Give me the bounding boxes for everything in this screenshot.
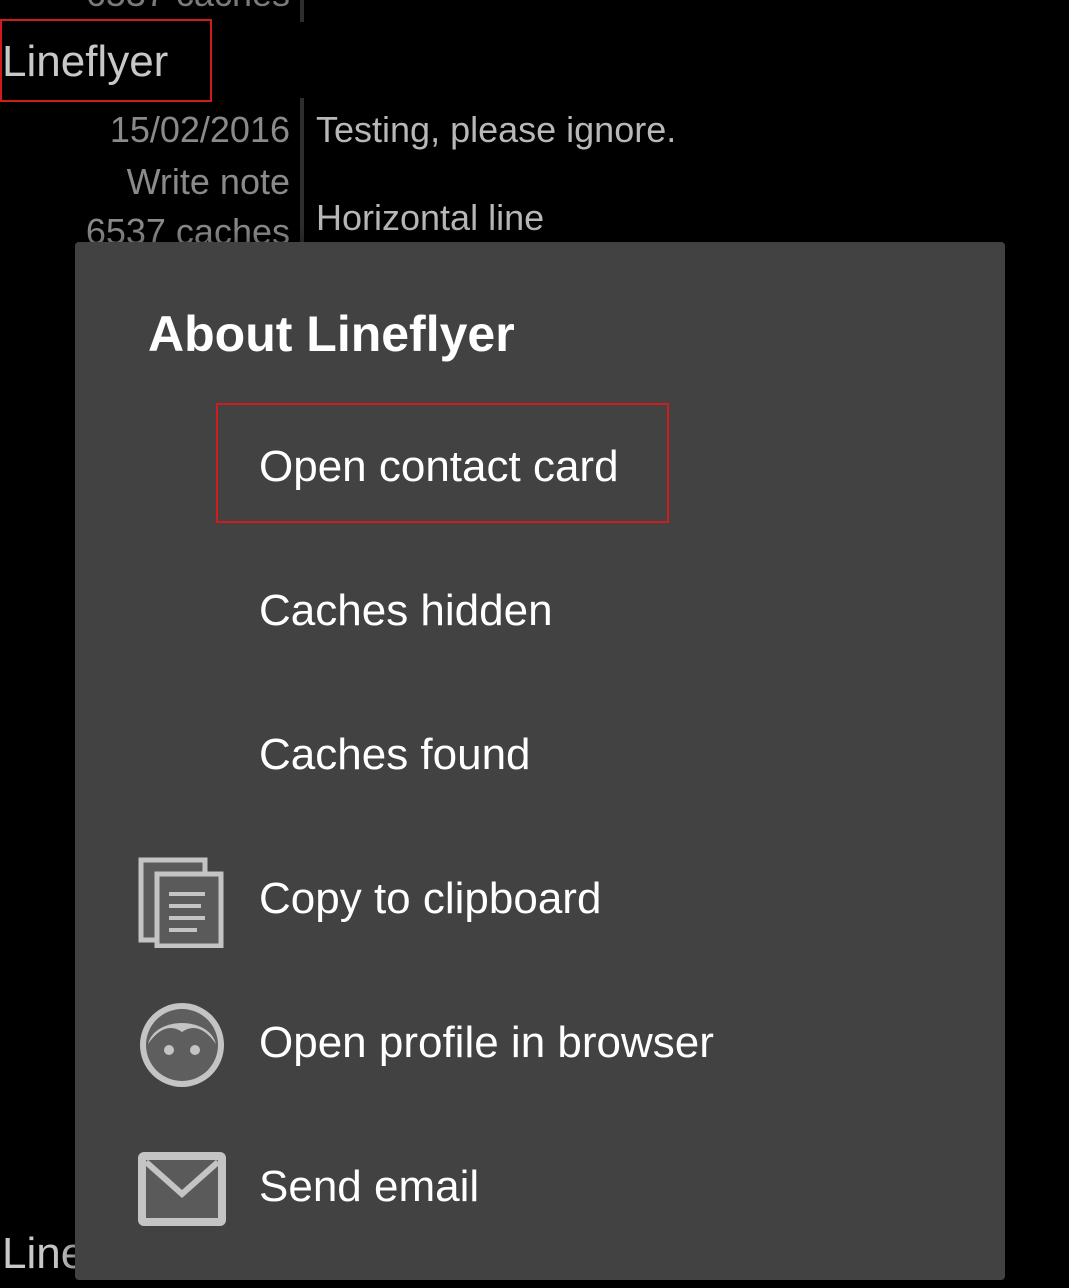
log-author-name[interactable]: Lineflyer	[2, 36, 168, 88]
log-text: Testing, please ignore.	[316, 109, 677, 150]
log-divider	[300, 98, 304, 248]
dialog-title: About Lineflyer	[148, 306, 515, 362]
menu-item-send-email[interactable]: Send email	[75, 1115, 1005, 1259]
menu-item-label: Copy to clipboard	[259, 874, 602, 923]
menu-item-open-contact-card[interactable]: Open contact card	[75, 395, 1005, 539]
menu-item-open-profile-in-browser[interactable]: Open profile in browser	[75, 971, 1005, 1115]
about-user-dialog: About Lineflyer Open contact card Caches…	[75, 242, 1005, 1280]
screen: 6537 caches Lineflyer 15/02/2016 Write n…	[0, 0, 1069, 1288]
menu-item-label: Caches hidden	[259, 586, 553, 635]
profile-face-icon	[135, 998, 229, 1092]
menu-item-copy-to-clipboard[interactable]: Copy to clipboard	[75, 827, 1005, 971]
menu-item-label: Open profile in browser	[259, 1018, 714, 1067]
menu-item-label: Open contact card	[259, 442, 619, 491]
copy-icon	[135, 854, 229, 949]
menu-item-caches-found[interactable]: Caches found	[75, 683, 1005, 827]
log-divider-top	[300, 0, 304, 22]
log-caches-count-clipped: 6537 caches	[0, 0, 290, 14]
log-author-name-next[interactable]: Line	[2, 1228, 85, 1280]
menu-item-label: Send email	[259, 1162, 480, 1211]
menu-item-caches-hidden[interactable]: Caches hidden	[75, 539, 1005, 683]
log-date: 15/02/2016	[109, 109, 290, 150]
menu-item-label: Caches found	[259, 730, 531, 779]
log-type: Write note	[126, 161, 290, 202]
log-text-line-2: Horizontal line	[316, 197, 545, 238]
envelope-icon	[135, 1142, 229, 1236]
